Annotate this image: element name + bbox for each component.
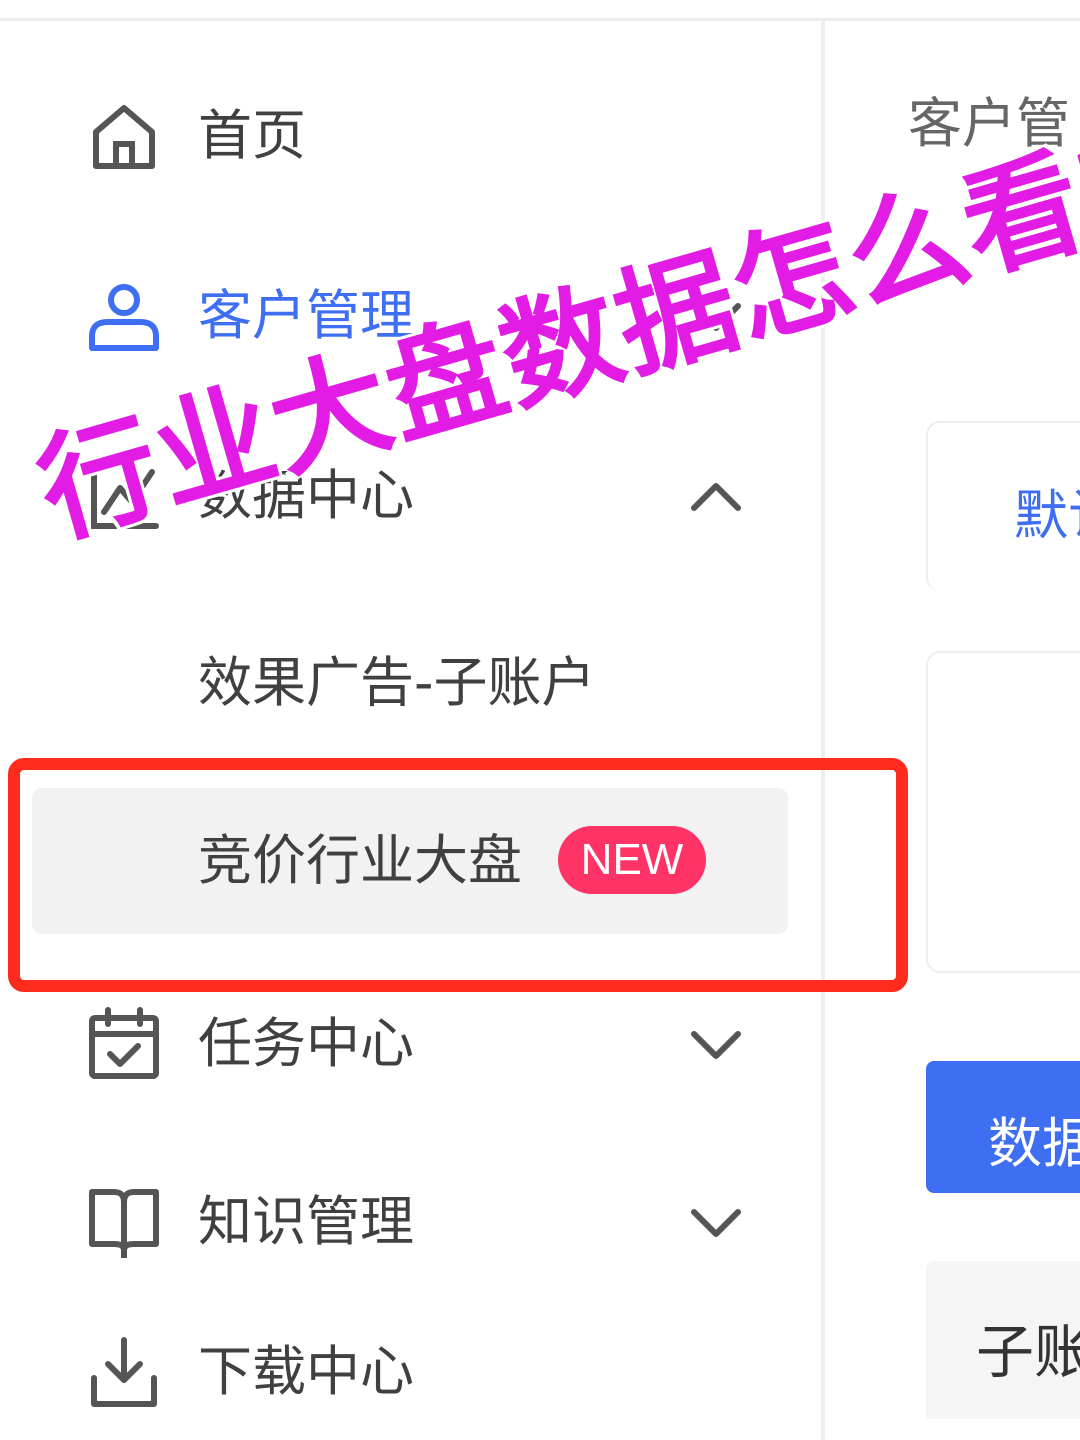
filter-card: 默认 <box>926 421 1080 591</box>
sidebar-item-label: 首页 <box>198 104 306 167</box>
sidebar-subitem-ad-subaccount[interactable]: 效果广告-子账户 <box>32 610 788 756</box>
book-open-icon <box>89 1189 159 1258</box>
chevron-down-icon[interactable] <box>686 1196 746 1248</box>
sidebar-subitem-label: 效果广告-子账户 <box>198 651 596 714</box>
table-header-cell: 子账 <box>976 1318 1080 1386</box>
content-card <box>926 651 1080 973</box>
data-button[interactable]: 数据 <box>926 1061 1080 1193</box>
tab-default[interactable]: 默认 <box>1014 471 1080 550</box>
download-icon <box>91 1337 157 1407</box>
chevron-up-icon[interactable] <box>686 470 746 522</box>
sidebar-item-label: 知识管理 <box>198 1190 414 1253</box>
new-badge: NEW <box>558 826 706 894</box>
sidebar-subitem-label: 竞价行业大盘 <box>198 829 522 892</box>
table-header-row: 子账 <box>926 1261 1080 1419</box>
sidebar-item-label: 任务中心 <box>198 1012 414 1075</box>
chevron-down-icon[interactable] <box>686 1018 746 1070</box>
sidebar-item-download-center[interactable]: 下载中心 <box>0 1312 820 1432</box>
sidebar-item-label: 下载中心 <box>198 1340 414 1403</box>
sidebar-item-knowledge-management[interactable]: 知识管理 <box>0 1162 820 1282</box>
sidebar-subitem-industry-overview[interactable]: 竞价行业大盘 NEW <box>32 788 788 934</box>
sidebar-item-home[interactable]: 首页 <box>0 76 820 196</box>
home-icon <box>93 105 155 169</box>
sidebar-item-task-center[interactable]: 任务中心 <box>0 984 820 1104</box>
data-button-label: 数据 <box>988 1114 1080 1174</box>
user-icon <box>89 284 159 351</box>
calendar-check-icon <box>89 1007 159 1079</box>
